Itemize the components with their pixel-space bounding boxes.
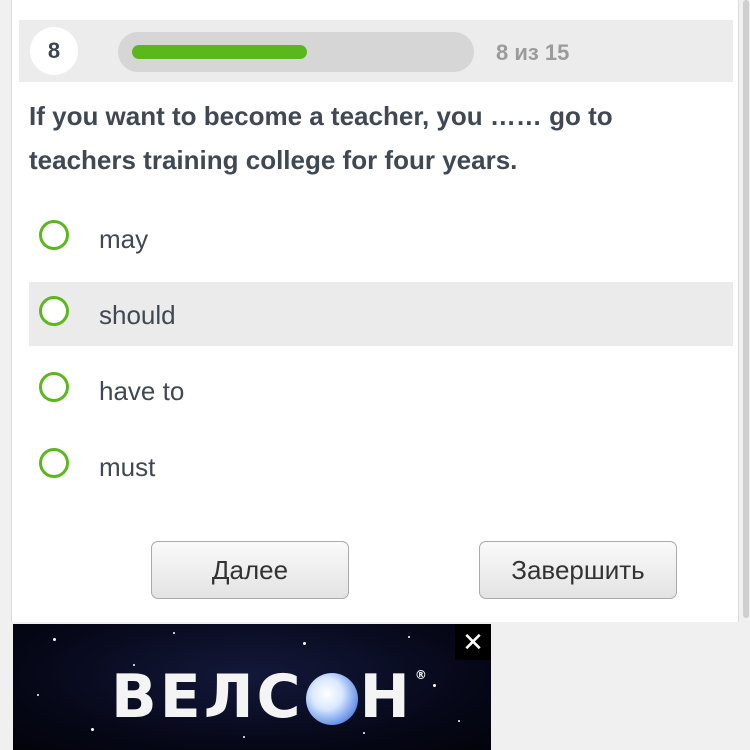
ad-banner[interactable]: ВЕЛС Н ® ✕ bbox=[13, 624, 491, 750]
scrollbar[interactable] bbox=[743, 0, 749, 618]
option-have-to[interactable]: have to bbox=[29, 358, 733, 422]
quiz-header: 8 8 из 15 bbox=[19, 20, 733, 82]
next-button[interactable]: Далее bbox=[151, 541, 349, 599]
option-should[interactable]: should bbox=[29, 282, 733, 346]
star bbox=[91, 728, 94, 731]
star bbox=[458, 720, 460, 722]
star bbox=[53, 638, 56, 641]
star bbox=[433, 684, 436, 687]
star bbox=[408, 636, 410, 638]
question-text: If you want to become a teacher, you …… … bbox=[29, 101, 613, 175]
brand-logo: ВЕЛС Н ® bbox=[111, 662, 430, 732]
star bbox=[363, 732, 365, 734]
option-may[interactable]: may bbox=[29, 206, 733, 270]
radio-button[interactable] bbox=[39, 372, 69, 402]
question-number-badge: 8 bbox=[30, 27, 78, 75]
option-label: should bbox=[99, 300, 176, 330]
star bbox=[243, 736, 245, 738]
star bbox=[37, 694, 39, 696]
star bbox=[173, 632, 175, 634]
option-label: must bbox=[99, 452, 156, 482]
moon-icon bbox=[305, 673, 358, 725]
option-label: may bbox=[99, 224, 149, 254]
radio-button[interactable] bbox=[39, 296, 69, 326]
option-label: have to bbox=[99, 376, 185, 406]
star bbox=[303, 642, 306, 645]
quiz-card: 8 8 из 15 If you want to become a teache… bbox=[11, 0, 739, 622]
radio-button[interactable] bbox=[39, 448, 69, 478]
radio-button[interactable] bbox=[39, 220, 69, 250]
progress-bar bbox=[118, 32, 474, 72]
finish-button[interactable]: Завершить bbox=[479, 541, 677, 599]
answer-options: may should have to must bbox=[29, 206, 733, 510]
progress-fill bbox=[132, 45, 307, 59]
progress-counter: 8 из 15 bbox=[496, 40, 570, 65]
option-must[interactable]: must bbox=[29, 434, 733, 498]
close-icon[interactable]: ✕ bbox=[455, 624, 491, 660]
